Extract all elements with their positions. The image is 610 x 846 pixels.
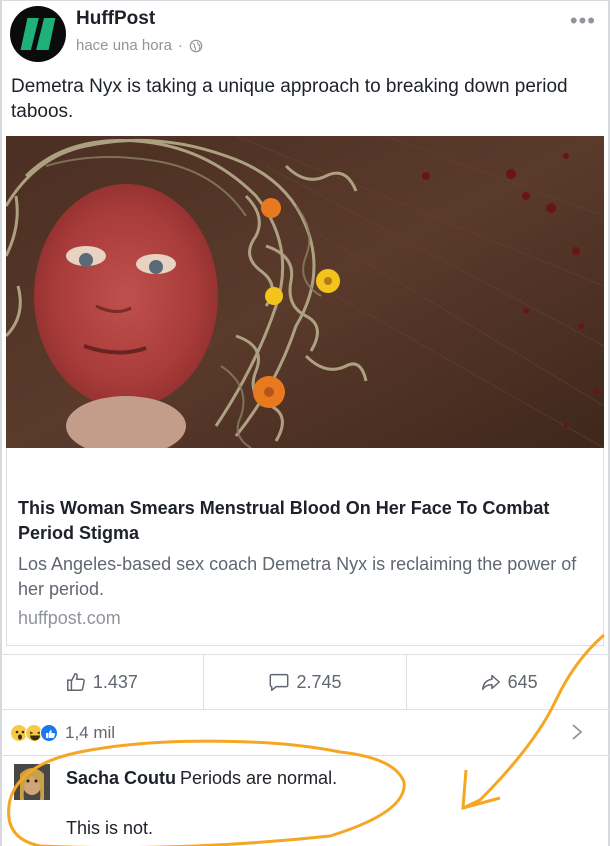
link-title[interactable]: This Woman Smears Menstrual Blood On Her… — [18, 496, 588, 546]
meta-separator: · — [177, 37, 183, 54]
link-description: Los Angeles-based sex coach Demetra Nyx … — [18, 554, 577, 599]
reactions-count[interactable]: 1,4 mil — [65, 723, 115, 743]
comment-author[interactable]: Sacha Coutu — [66, 768, 176, 789]
link-preview-card[interactable]: This Woman Smears Menstrual Blood On Her… — [6, 448, 604, 646]
like-reaction-icon — [40, 723, 58, 742]
share-arrow-icon — [481, 674, 500, 691]
comment-reply-text: This is not. — [66, 818, 154, 838]
comment-button[interactable]: 2.745 — [204, 655, 408, 709]
share-button[interactable]: 645 — [407, 655, 610, 709]
avatar[interactable] — [14, 764, 50, 800]
post-text: Demetra Nyx is taking a unique approach … — [11, 76, 568, 122]
like-count: 1.437 — [92, 671, 138, 692]
like-button[interactable]: 1.437 — [0, 655, 204, 709]
comment-bubble-icon — [270, 673, 289, 691]
post-header: HuffPost hace una hora · ••• — [10, 6, 600, 66]
page-name[interactable]: HuffPost — [76, 8, 155, 30]
thumbs-up-icon — [66, 673, 85, 691]
post-photo[interactable] — [6, 136, 604, 448]
comment-text: Periods are normal. — [180, 768, 338, 788]
huffpost-logo[interactable] — [10, 6, 66, 62]
comment-item: Sacha Coutu Periods are normal. This is … — [0, 756, 610, 846]
post-meta: hace una hora · — [76, 37, 203, 54]
globe-icon — [189, 39, 203, 52]
link-domain: huffpost.com — [18, 608, 121, 628]
post-timestamp[interactable]: hace una hora — [76, 37, 172, 54]
action-bar: 1.437 2.745 645 — [0, 654, 610, 710]
comment-count: 2.745 — [296, 671, 342, 692]
more-options-icon[interactable]: ••• — [570, 10, 596, 32]
share-count: 645 — [507, 671, 538, 692]
reactions-summary[interactable]: 1,4 mil — [0, 710, 610, 756]
chevron-right-icon[interactable] — [570, 722, 584, 742]
